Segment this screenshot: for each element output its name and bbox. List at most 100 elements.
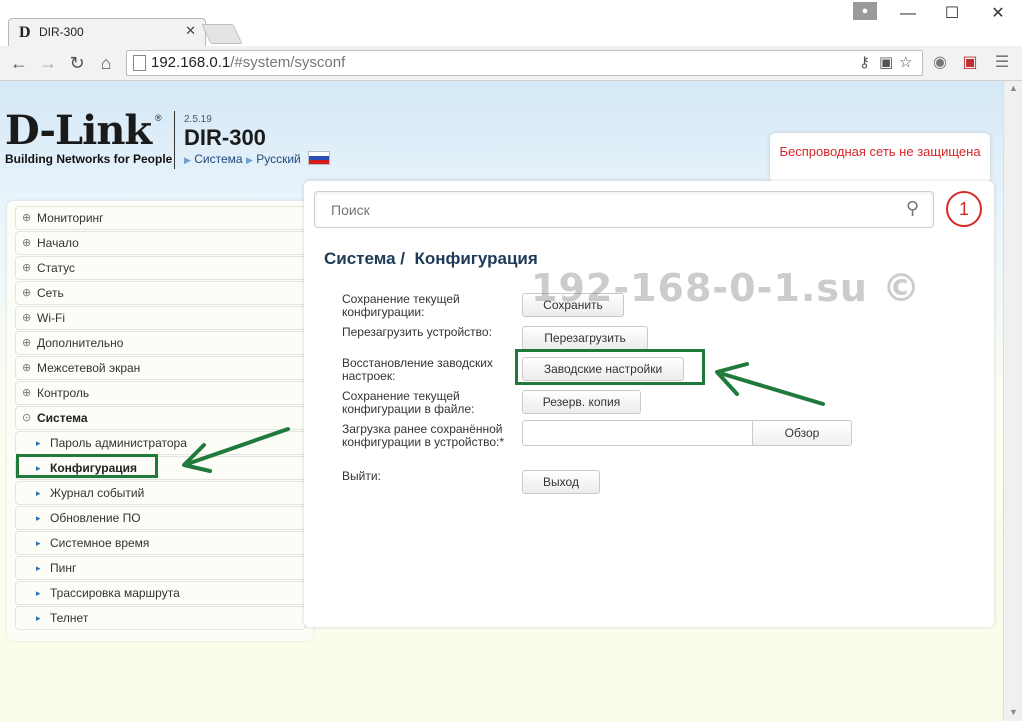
- url-path: /#system/sysconf: [230, 54, 346, 71]
- header-divider: [174, 111, 175, 169]
- extension-eye-icon[interactable]: ◉: [928, 52, 952, 74]
- factory-reset-highlight: [515, 349, 705, 385]
- sidebar-item-label: Межсетевой экран: [37, 361, 141, 375]
- user-profile-icon[interactable]: ●: [853, 2, 877, 20]
- sidebar-item-label: Сеть: [37, 286, 64, 300]
- sidebar-item-label: Пинг: [50, 561, 77, 575]
- forward-arrow-icon[interactable]: →: [36, 51, 60, 75]
- key-icon[interactable]: ⚷: [859, 53, 870, 71]
- browser-toolbar: ← → ↻ ⌂ 192.168.0.1/#system/sysconf ⚷ ▣ …: [0, 46, 1022, 81]
- circle-chevron-icon: ⊕: [22, 362, 32, 374]
- circle-chevron-icon: ⊕: [22, 287, 32, 299]
- circle-chevron-icon: ⊕: [22, 237, 32, 249]
- title-page: Конфигурация: [414, 249, 538, 268]
- restore-file-label: Загрузка ранее сохранённой конфигурации …: [342, 422, 504, 449]
- backup-button[interactable]: Резерв. копия: [522, 390, 641, 414]
- sidebar-item-label: Система: [37, 411, 88, 425]
- sidebar-item[interactable]: ⊕ Wi-Fi: [15, 306, 306, 330]
- scroll-down-icon[interactable]: ▼: [1009, 707, 1018, 717]
- notification-popup[interactable]: Беспроводная сеть не защищена: [770, 133, 990, 183]
- triangle-right-icon: ▸: [36, 563, 41, 573]
- logout-button[interactable]: Выход: [522, 470, 600, 494]
- browse-button[interactable]: Обзор: [753, 421, 851, 445]
- sidebar-item[interactable]: ⊕ Контроль: [15, 381, 306, 405]
- scroll-up-icon[interactable]: ▲: [1009, 83, 1018, 93]
- sidebar-item-label: Системное время: [50, 536, 150, 550]
- configuration-highlight: [16, 454, 158, 478]
- logout-label: Выйти:: [342, 469, 381, 483]
- sidebar-item[interactable]: ▸ Телнет: [15, 606, 306, 630]
- circle-chevron-icon: ⊕: [22, 212, 32, 224]
- main-panel: ⚲ 1 Система / Конфигурация Сохранение те…: [304, 181, 994, 627]
- sidebar-item[interactable]: ⊕ Статус: [15, 256, 306, 280]
- bookmark-star-icon[interactable]: ☆: [899, 53, 912, 71]
- triangle-right-icon: ▶: [245, 155, 253, 165]
- annotation-arrow-sidebar: [182, 427, 290, 473]
- translate-icon[interactable]: ▣: [879, 53, 893, 71]
- sidebar-item[interactable]: ▸ Обновление ПО: [15, 506, 306, 530]
- sidebar-item[interactable]: ▸ Системное время: [15, 531, 306, 555]
- reboot-button[interactable]: Перезагрузить: [522, 326, 648, 350]
- tab-close-icon[interactable]: ✕: [185, 23, 196, 39]
- save-button[interactable]: Сохранить: [522, 293, 624, 317]
- search-box[interactable]: ⚲: [314, 191, 934, 228]
- sidebar-item[interactable]: ⊕ Межсетевой экран: [15, 356, 306, 380]
- sidebar-item-label: Телнет: [50, 611, 89, 625]
- russian-flag-icon[interactable]: [308, 151, 331, 165]
- tab-title: DIR-300: [39, 25, 84, 39]
- extension-mask-icon[interactable]: ▣: [958, 52, 982, 74]
- sidebar-item-label: Пароль администратора: [50, 436, 187, 450]
- brand-tagline: Building Networks for People: [5, 152, 173, 166]
- sidebar-item[interactable]: ⊕ Сеть: [15, 281, 306, 305]
- device-model: DIR-300: [184, 125, 266, 150]
- sidebar-item-label: Контроль: [37, 386, 90, 400]
- circle-chevron-icon: ⊕: [22, 312, 32, 324]
- back-arrow-icon[interactable]: ←: [7, 51, 31, 75]
- new-tab-button[interactable]: [201, 24, 243, 44]
- triangle-right-icon: ▸: [36, 488, 41, 498]
- save-config-label: Сохранение текущей конфигурации:: [342, 292, 460, 319]
- firmware-version: 2.5.19: [184, 114, 212, 125]
- config-file-input[interactable]: Обзор: [522, 420, 852, 446]
- address-bar[interactable]: 192.168.0.1/#system/sysconf ⚷ ▣ ☆: [126, 50, 923, 76]
- circle-chevron-icon: ⊙: [22, 412, 32, 424]
- window-close-button[interactable]: ✕: [978, 2, 1018, 26]
- search-icon[interactable]: ⚲: [906, 198, 919, 219]
- triangle-right-icon: ▸: [36, 513, 41, 523]
- browser-menu-icon[interactable]: ☰: [990, 52, 1014, 74]
- sidebar-item[interactable]: ⊕ Дополнительно: [15, 331, 306, 355]
- sidebar-item-label: Трассировка маршрута: [50, 586, 180, 600]
- notification-count-badge[interactable]: 1: [946, 191, 982, 227]
- sidebar-item[interactable]: ▸ Трассировка маршрута: [15, 581, 306, 605]
- system-link[interactable]: Система: [194, 152, 242, 166]
- reload-icon[interactable]: ↻: [65, 51, 89, 75]
- search-input[interactable]: [329, 201, 893, 219]
- sidebar-item-label: Мониторинг: [37, 211, 104, 225]
- browser-tab[interactable]: D DIR-300 ✕: [8, 18, 206, 47]
- sidebar-item-label: Начало: [37, 236, 79, 250]
- sidebar-item-label: Обновление ПО: [50, 511, 141, 525]
- sidebar-item-label: Статус: [37, 261, 75, 275]
- triangle-right-icon: ▸: [36, 588, 41, 598]
- browser-tab-strip: D DIR-300 ✕ ● — ☐ ✕: [0, 0, 1022, 47]
- vertical-scrollbar[interactable]: ▲ ▼: [1003, 81, 1022, 721]
- circle-chevron-icon: ⊕: [22, 262, 32, 274]
- sidebar-item[interactable]: ⊕ Мониторинг: [15, 206, 306, 230]
- sidebar-item[interactable]: ▸ Журнал событий: [15, 481, 306, 505]
- dlink-logo: D-Link ® Building Networks for People: [5, 111, 173, 167]
- page-title: Система / Конфигурация: [324, 249, 538, 269]
- circle-chevron-icon: ⊕: [22, 337, 32, 349]
- sidebar-item[interactable]: ⊕ Начало: [15, 231, 306, 255]
- circle-chevron-icon: ⊕: [22, 387, 32, 399]
- address-url: 192.168.0.1/#system/sysconf: [151, 54, 345, 71]
- url-host: 192.168.0.1: [151, 54, 231, 71]
- factory-reset-label: Восстановление заводских настроек:: [342, 356, 493, 383]
- title-section: Система /: [324, 249, 405, 268]
- home-icon[interactable]: ⌂: [94, 51, 118, 75]
- notification-text: Беспроводная сеть не защищена: [779, 144, 981, 159]
- sidebar-item[interactable]: ▸ Пинг: [15, 556, 306, 580]
- window-minimize-button[interactable]: —: [888, 2, 928, 26]
- language-link[interactable]: Русский: [256, 152, 301, 166]
- sidebar-item-label: Wi-Fi: [37, 311, 65, 325]
- window-maximize-button[interactable]: ☐: [932, 2, 972, 26]
